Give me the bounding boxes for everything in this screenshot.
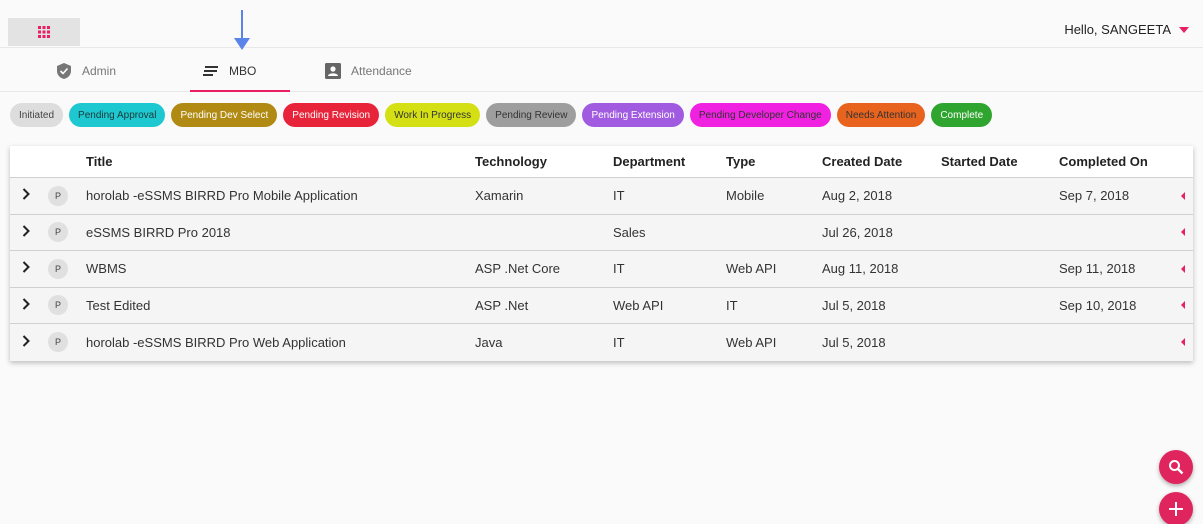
row-actions-caret-icon[interactable] [1181,191,1185,200]
expand-chevron-icon[interactable] [22,298,30,313]
column-header-department[interactable]: Department [613,154,685,169]
status-chip-needs-attention[interactable]: Needs Attention [836,103,926,127]
status-chip-work-in-progress[interactable]: Work In Progress [385,103,481,127]
cell-department: IT [613,188,625,204]
main-tabs: Admin MBO Attendance [0,50,1203,92]
tab-admin[interactable]: Admin [56,50,116,92]
column-header-type[interactable]: Type [726,154,755,169]
row-status-badge: P [48,185,68,206]
projects-table: Title Technology Department Type Created… [10,146,1193,361]
annotation-arrow [241,10,243,40]
tab-label: MBO [229,64,257,78]
plus-icon [1169,502,1183,516]
row-status-badge: P [48,222,68,243]
cell-completed: Sep 7, 2018 [1059,188,1130,204]
apps-grid-icon [38,26,50,38]
cell-created: Aug 2, 2018 [822,188,893,204]
cell-completed: Sep 10, 2018 [1059,297,1137,313]
status-chip-complete[interactable]: Complete [931,103,993,127]
cell-title: horolab -eSSMS BIRRD Pro Web Application [86,334,346,350]
status-chip-pending-developer-change[interactable]: Pending Developer Change [689,103,831,127]
contact-card-icon [325,63,341,79]
cell-created: Jul 5, 2018 [822,334,886,350]
user-greeting: Hello, SANGEETA [1064,22,1171,37]
row-actions-caret-icon[interactable] [1181,301,1185,310]
cell-technology: Xamarin [475,188,524,204]
shield-icon [56,63,72,79]
row-actions-caret-icon[interactable] [1181,228,1185,237]
table-row[interactable]: P Test Edited ASP .Net Web API IT Jul 5, 2018… [10,287,1193,324]
status-chip-pending-revision[interactable]: Pending Revision [283,103,380,127]
status-chip-pending-review[interactable]: Pending Review [486,103,577,127]
row-actions-caret-icon[interactable] [1181,264,1185,273]
tab-attendance[interactable]: Attendance [325,50,412,92]
expand-chevron-icon[interactable] [22,188,30,203]
table-row[interactable]: Phorolab -eSSMS BIRRD Pro Web Applicatio… [10,324,1193,361]
cell-technology: Java [475,334,503,350]
cell-type: IT [726,297,738,313]
status-filter-chips: Initiated Pending Approval Pending Dev S… [10,103,993,127]
table-row[interactable]: PeSSMS BIRRD Pro 2018 Sales Jul 26, 2018 [10,214,1193,251]
annotation-arrow-head [234,38,250,50]
cell-department: IT [613,261,625,277]
add-fab[interactable] [1159,492,1193,524]
cell-department: Web API [613,297,664,313]
column-header-completed-on[interactable]: Completed On [1059,154,1148,169]
column-header-technology[interactable]: Technology [475,154,547,169]
tab-label: Attendance [351,64,412,78]
status-chip-pending-dev-select[interactable]: Pending Dev Select [171,103,278,127]
row-status-badge: P [48,332,68,353]
cell-created: Jul 5, 2018 [822,297,886,313]
status-chip-pending-approval[interactable]: Pending Approval [69,103,166,127]
top-bar: Hello, SANGEETA [0,0,1203,48]
cell-type: Web API [726,334,777,350]
cell-title: horolab -eSSMS BIRRD Pro Mobile Applicat… [86,188,358,204]
expand-chevron-icon[interactable] [22,335,30,350]
cell-department: Sales [613,224,646,240]
cell-created: Aug 11, 2018 [822,261,899,277]
search-icon [1169,460,1184,475]
cell-title: WBMS [86,261,127,277]
table-row[interactable]: Phorolab -eSSMS BIRRD Pro Mobile Applica… [10,178,1193,215]
expand-chevron-icon[interactable] [22,261,30,276]
row-actions-caret-icon[interactable] [1181,338,1185,347]
cell-type: Mobile [726,188,765,204]
cell-technology: ASP .Net [475,297,529,313]
status-chip-pending-extension[interactable]: Pending Extension [582,103,684,127]
list-lines-icon [203,65,219,77]
cell-title: Test Edited [86,297,151,313]
apps-menu-button[interactable] [8,18,80,46]
cell-completed: Sep 11, 2018 [1059,261,1136,277]
row-status-badge: P [48,258,68,279]
cell-department: IT [613,334,625,350]
column-header-started-date[interactable]: Started Date [941,154,1018,169]
cell-type: Web API [726,261,777,277]
search-fab[interactable] [1159,450,1193,484]
row-status-badge: P [48,295,68,316]
cell-title: eSSMS BIRRD Pro 2018 [86,224,231,240]
cell-created: Jul 26, 2018 [822,224,893,240]
tab-mbo[interactable]: MBO [189,50,291,92]
table-header-row: Title Technology Department Type Created… [10,146,1193,178]
cell-technology: ASP .Net Core [475,261,561,277]
user-menu[interactable]: Hello, SANGEETA [1064,22,1189,37]
tab-label: Admin [82,64,117,78]
column-header-title[interactable]: Title [86,154,113,169]
status-chip-initiated[interactable]: Initiated [10,103,64,127]
expand-chevron-icon[interactable] [22,225,30,240]
caret-down-icon [1179,26,1189,33]
column-header-created-date[interactable]: Created Date [822,154,902,169]
table-row[interactable]: P WBMS ASP .Net Core IT Web API Aug 11, 2018 S… [10,251,1193,288]
